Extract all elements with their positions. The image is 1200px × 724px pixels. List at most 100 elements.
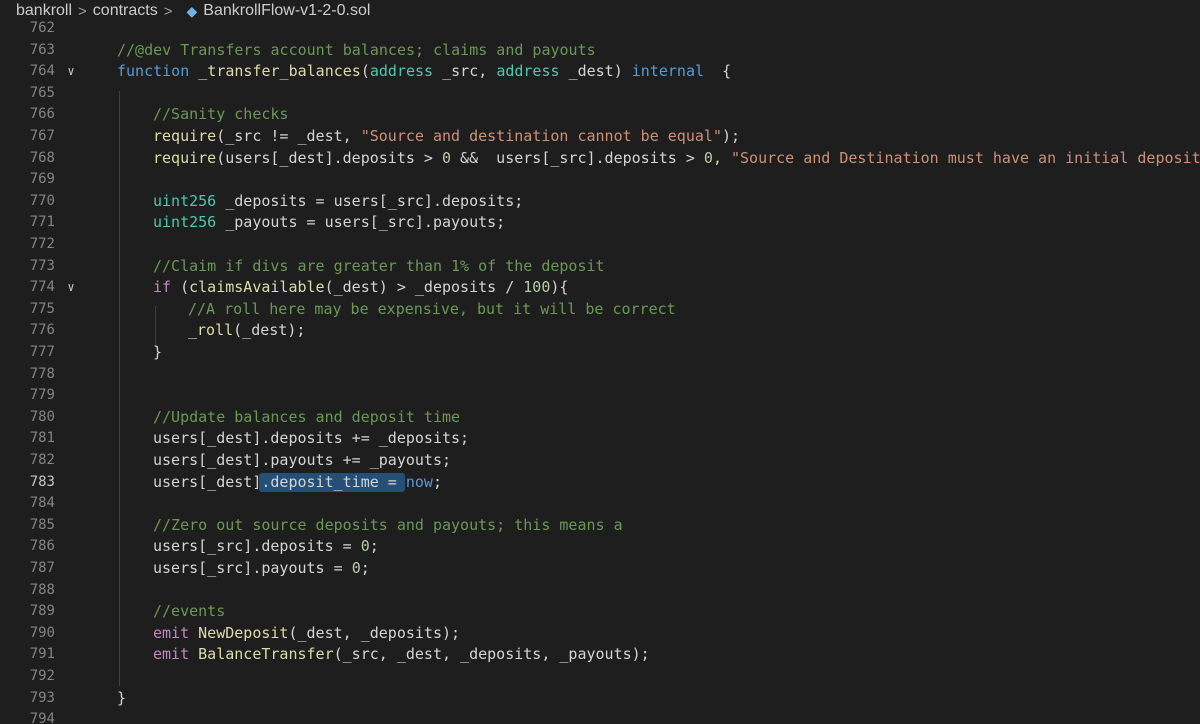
- code-token: (_src, _dest, _deposits, _payouts);: [333, 645, 650, 664]
- code-text[interactable]: function _transfer_balances(address _src…: [117, 61, 731, 83]
- line-number: 776: [29, 322, 55, 339]
- code-text[interactable]: users[_src].payouts = 0;: [153, 558, 370, 580]
- code-token: 0: [442, 148, 452, 167]
- code-text[interactable]: if (claimsAvailable(_dest) > _deposits /…: [153, 277, 568, 299]
- code-token: && users[_src].deposits >: [451, 148, 704, 167]
- solidity-diamond-icon: ◆: [186, 2, 198, 19]
- code-line[interactable]: 792: [0, 666, 1200, 688]
- code-text[interactable]: _roll(_dest);: [188, 320, 305, 342]
- code-line[interactable]: 781 users[_dest].deposits += _deposits;: [0, 428, 1200, 450]
- code-token: emit: [153, 623, 190, 642]
- code-line[interactable]: 791 emit BalanceTransfer(_src, _dest, _de…: [0, 644, 1200, 666]
- fold-chevron-down-icon[interactable]: ∨: [64, 277, 78, 299]
- code-line[interactable]: 770 uint256 _deposits = users[_src].depos…: [0, 191, 1200, 213]
- breadcrumb-item-bankroll[interactable]: bankroll: [16, 2, 72, 20]
- code-token: (_src != _dest,: [216, 127, 361, 145]
- code-text[interactable]: emit BalanceTransfer(_src, _dest, _depos…: [153, 644, 650, 666]
- code-line[interactable]: 790 emit NewDeposit(_dest, _deposits);: [0, 623, 1200, 645]
- code-line[interactable]: 765: [0, 83, 1200, 105]
- breadcrumb-separator: >: [78, 2, 87, 20]
- code-line[interactable]: 789 //events: [0, 601, 1200, 623]
- line-number: 774: [29, 279, 55, 296]
- code-text[interactable]: require(users[_dest].deposits > 0 && use…: [153, 148, 1200, 170]
- code-line[interactable]: 779: [0, 385, 1200, 407]
- code-text[interactable]: require(_src != _dest, "Source and desti…: [153, 126, 740, 148]
- code-text[interactable]: users[_dest].payouts += _payouts;: [153, 450, 451, 472]
- fold-chevron-down-icon[interactable]: ∨: [64, 61, 78, 83]
- code-line[interactable]: 784: [0, 493, 1200, 515]
- code-text[interactable]: users[_dest].deposits += _deposits;: [153, 428, 469, 450]
- breadcrumb-item-file[interactable]: BankrollFlow-v1-2-0.sol: [203, 2, 370, 20]
- code-line[interactable]: 778: [0, 364, 1200, 386]
- code-text[interactable]: uint256 _deposits = users[_src].deposits…: [153, 191, 523, 213]
- line-number: 786: [29, 538, 55, 555]
- code-token: internal: [631, 62, 705, 81]
- code-line[interactable]: 783 users[_dest].deposit_time = now;: [0, 472, 1200, 494]
- code-line[interactable]: 787 users[_src].payouts = 0;: [0, 558, 1200, 580]
- code-line[interactable]: 773 //Claim if divs are greater than 1% o…: [0, 256, 1200, 278]
- code-text[interactable]: }: [153, 342, 162, 364]
- code-token: require: [153, 148, 217, 167]
- code-text[interactable]: //Claim if divs are greater than 1% of t…: [153, 256, 605, 278]
- breadcrumb-item-contracts[interactable]: contracts: [93, 2, 158, 20]
- code-line[interactable]: 780 //Update balances and deposit time: [0, 407, 1200, 429]
- code-token: ){: [550, 278, 569, 297]
- code-line[interactable]: 763 //@dev Transfers account balances; cl…: [0, 40, 1200, 62]
- code-text[interactable]: uint256 _payouts = users[_src].payouts;: [153, 212, 505, 234]
- code-text[interactable]: }: [117, 688, 126, 710]
- code-text[interactable]: //events: [153, 601, 225, 623]
- code-line[interactable]: 785 //Zero out source deposits and payout…: [0, 515, 1200, 537]
- code-token: users[_dest].deposits += _deposits;: [153, 429, 470, 448]
- code-line[interactable]: 777}: [0, 342, 1200, 364]
- code-token: function: [117, 62, 190, 81]
- line-number: 765: [29, 84, 55, 101]
- code-token: _dest): [559, 62, 632, 81]
- code-text[interactable]: //Sanity checks: [153, 104, 288, 126]
- line-number: 785: [29, 516, 55, 533]
- line-number: 780: [29, 408, 55, 425]
- code-line[interactable]: 794: [0, 709, 1200, 724]
- line-number: 771: [29, 214, 55, 231]
- code-token: 0: [351, 559, 361, 577]
- code-line[interactable]: 775 //A roll here may be expensive, but i…: [0, 299, 1200, 321]
- line-number: 781: [29, 430, 55, 447]
- code-text[interactable]: //Zero out source deposits and payouts; …: [153, 515, 623, 537]
- code-text[interactable]: users[_src].deposits = 0;: [153, 536, 379, 558]
- code-token: 0: [360, 537, 370, 556]
- code-token: claimsAvailable: [189, 278, 325, 297]
- line-number: 783: [29, 473, 55, 490]
- code-line[interactable]: 776 _roll(_dest);: [0, 320, 1200, 342]
- code-token: 0: [703, 148, 713, 167]
- code-line[interactable]: 774 ∨ if (claimsAvailable(_dest) > _deposi…: [0, 277, 1200, 299]
- code-line[interactable]: 769: [0, 169, 1200, 191]
- code-token: //Update balances and deposit time: [153, 407, 461, 426]
- code-text[interactable]: //@dev Transfers account balances; claim…: [117, 40, 596, 62]
- line-number: 767: [29, 128, 55, 144]
- code-line[interactable]: 771 uint256 _payouts = users[_src].payout…: [0, 212, 1200, 234]
- code-text[interactable]: users[_dest].deposit_time = now;: [153, 472, 442, 494]
- code-editor[interactable]: 762 763//@dev Transfers account balances;…: [0, 0, 1200, 724]
- code-token: address: [496, 62, 560, 81]
- code-token: //A roll here may be expensive, but it w…: [188, 299, 676, 318]
- code-line[interactable]: 786 users[_src].deposits = 0;: [0, 536, 1200, 558]
- code-line[interactable]: 782 users[_dest].payouts += _payouts;: [0, 450, 1200, 472]
- code-line[interactable]: 788: [0, 580, 1200, 602]
- code-token: "Source and destination cannot be equal": [360, 127, 722, 145]
- code-token: //Claim if divs are greater than 1% of t…: [153, 256, 605, 275]
- code-token: (_dest) > _deposits /: [324, 278, 524, 297]
- code-line[interactable]: 768 require(users[_dest].deposits > 0 && …: [0, 148, 1200, 170]
- code-line[interactable]: 764 ∨ function _transfer_balances(address …: [0, 61, 1200, 83]
- code-line[interactable]: 767 require(_src != _dest, "Source and de…: [0, 126, 1200, 148]
- code-line[interactable]: 766 //Sanity checks: [0, 104, 1200, 126]
- code-line[interactable]: 793}: [0, 688, 1200, 710]
- line-number: 779: [29, 387, 55, 404]
- code-text[interactable]: emit NewDeposit(_dest, _deposits);: [153, 623, 460, 645]
- code-text[interactable]: //Update balances and deposit time: [153, 407, 460, 429]
- line-number: 789: [29, 603, 55, 620]
- code-token: //Sanity checks: [153, 105, 289, 124]
- code-text[interactable]: //A roll here may be expensive, but it w…: [188, 299, 676, 321]
- code-line[interactable]: 772: [0, 234, 1200, 256]
